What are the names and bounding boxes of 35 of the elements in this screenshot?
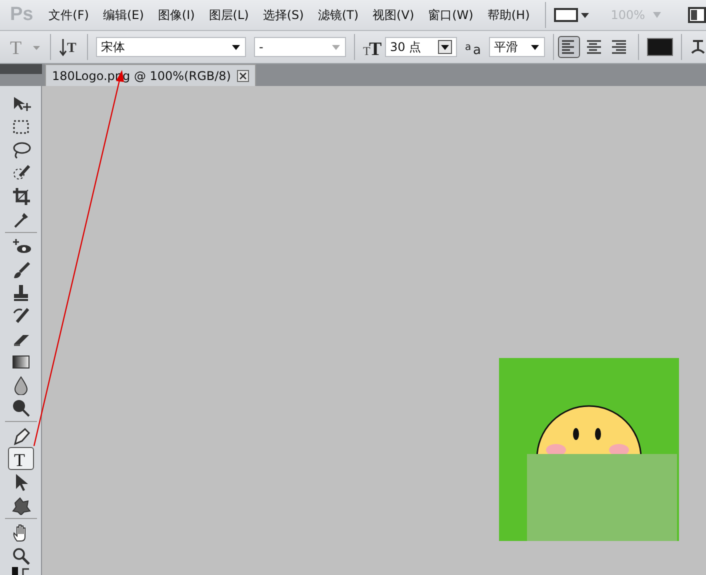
history-brush-icon [10, 306, 30, 326]
arrange-documents-icon[interactable] [688, 7, 706, 24]
menu-item[interactable]: 滤镜(T) [310, 6, 366, 24]
caret-icon [438, 40, 452, 54]
anti-aliasing-dropdown[interactable]: 平滑 [489, 37, 545, 58]
crop-tool-icon [10, 186, 30, 206]
font-size-icon: TT [363, 37, 383, 58]
menu-item[interactable]: 文件(F) [42, 6, 96, 24]
menu-item[interactable]: 视图(V) [366, 6, 422, 24]
font-family-dropdown[interactable]: 宋体 [96, 37, 246, 58]
menu-item[interactable]: 图层(L) [202, 6, 256, 24]
caret-icon [331, 44, 341, 51]
font-size-dropdown[interactable]: 30 点 [385, 37, 457, 58]
caret-icon [231, 44, 241, 51]
align-center-icon [585, 38, 603, 56]
close-icon[interactable] [236, 70, 249, 82]
menu-item[interactable]: 帮助(H) [480, 6, 537, 24]
screen-mode-icon[interactable] [554, 7, 590, 24]
caret-icon [530, 44, 540, 51]
align-right-icon [610, 38, 628, 56]
font-style-dropdown[interactable]: - [254, 37, 346, 58]
menu-item[interactable]: 窗口(W) [421, 6, 480, 24]
text-color-swatch[interactable] [647, 38, 673, 56]
custom-shape-tool-icon [10, 494, 30, 514]
menu-item[interactable]: 选择(S) [256, 6, 311, 24]
app-logo: Ps [9, 2, 34, 27]
quick-selection-tool-icon [10, 162, 30, 182]
lasso-tool-icon [10, 140, 30, 160]
color-swatches-icon[interactable] [10, 567, 32, 575]
dodge-tool-icon [10, 398, 30, 418]
menu-item[interactable]: 编辑(E) [96, 6, 151, 24]
zoom-tool-icon [10, 546, 30, 566]
menu-item[interactable]: 图像(I) [150, 6, 202, 24]
align-left-button[interactable] [558, 36, 580, 58]
caret-icon [652, 11, 662, 20]
